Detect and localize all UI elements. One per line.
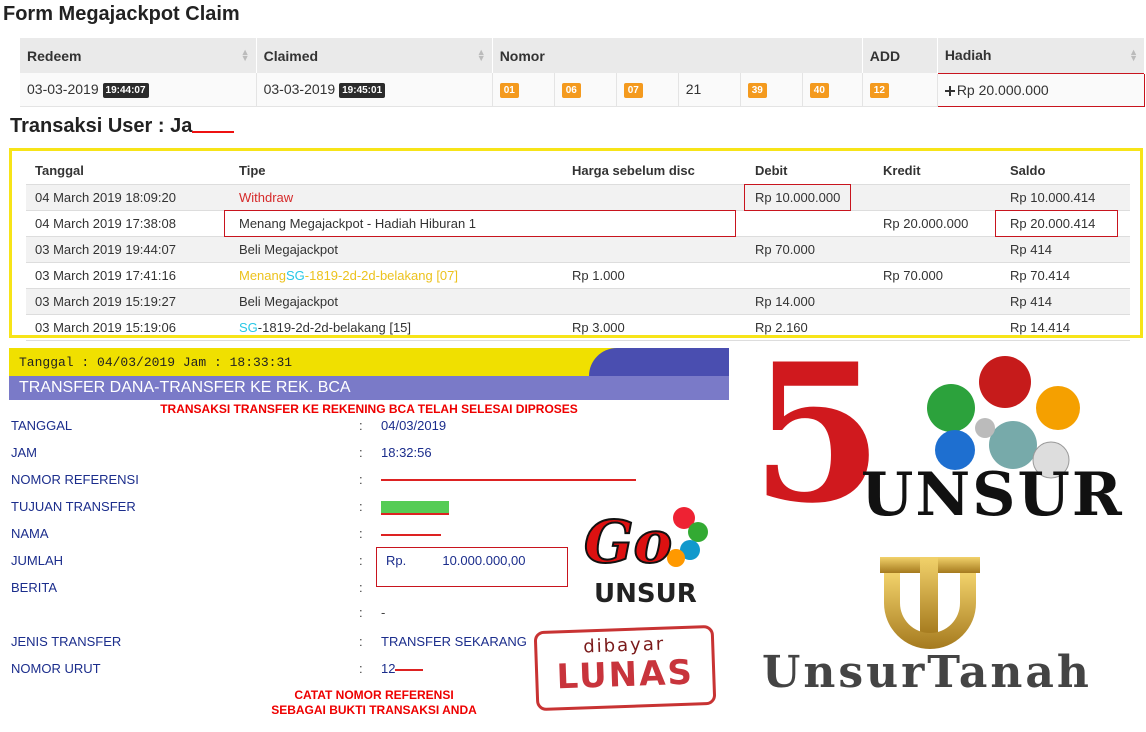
transaksi-panel: Tanggal Tipe Harga sebelum disc Debit Kr… [9, 148, 1143, 341]
five-unsur-logo: 5 UNSUR [751, 322, 1135, 545]
transaksi-title: Transaksi User : Ja [10, 115, 235, 138]
col-add[interactable]: ADD [862, 38, 938, 73]
unsur-tanah-word: UnsurTanah [762, 647, 1092, 698]
nomor-cell: 39 [740, 73, 803, 107]
col-tipe: Tipe [230, 157, 563, 185]
number-ball: 40 [809, 83, 829, 99]
nomor-cell: 01 [492, 73, 555, 107]
col-saldo: Saldo [1001, 157, 1130, 185]
transaksi-table: Tanggal Tipe Harga sebelum disc Debit Kr… [26, 157, 1130, 341]
number-ball: 06 [561, 83, 581, 99]
table-row: 03 March 2019 17:41:16 MenangSG-1819-2d-… [26, 262, 1130, 289]
col-debit: Debit [746, 157, 874, 185]
number-ball: 39 [747, 83, 767, 99]
add-cell: 12 [862, 73, 938, 107]
debit-highlight: Rp 10.000.000 [743, 184, 852, 211]
claim-title: Form Megajackpot Claim [3, 3, 240, 25]
gift-icon [944, 85, 955, 96]
sort-icon[interactable]: ▲ ▼ [477, 48, 486, 63]
redeem-cell: 03-03-2019 19:44:07 [20, 73, 257, 107]
number-plain: 21 [685, 81, 702, 98]
table-row: 04 March 2019 17:38:08 Menang Megajackpo… [26, 210, 1130, 237]
table-row: 03 March 2019 15:19:06 SG-1819-2d-2d-bel… [26, 314, 1130, 341]
unsur-text: UNSUR [594, 579, 697, 609]
saldo-highlight: Rp 20.000.414 [994, 210, 1119, 237]
claimed-cell: 03-03-2019 19:45:01 [256, 73, 493, 107]
col-hadiah[interactable]: Hadiah ▲ ▼ [937, 38, 1146, 73]
redacted-nama [381, 534, 441, 536]
number-ball: 01 [499, 83, 519, 99]
redacted-referensi [381, 479, 636, 481]
sort-icon[interactable]: ▲ ▼ [1129, 48, 1138, 63]
table-row: 03 March 2019 19:44:07 Beli Megajackpot … [26, 236, 1130, 263]
time-badge: 19:44:07 [102, 82, 149, 98]
add-ball: 12 [869, 83, 889, 99]
redacted-urut [395, 668, 424, 671]
col-harga: Harga sebelum disc [563, 157, 746, 185]
col-nomor[interactable]: Nomor [492, 38, 863, 73]
col-kredit: Kredit [874, 157, 1001, 185]
nomor-cell: 07 [616, 73, 679, 107]
col-tanggal: Tanggal [26, 157, 230, 185]
nomor-cell: 21 [678, 73, 741, 107]
table-row: 04 March 2019 18:09:20 Withdraw Rp 10.00… [26, 184, 1130, 211]
number-ball: 07 [623, 83, 643, 99]
nomor-cell: 06 [554, 73, 617, 107]
redacted-name [192, 121, 235, 133]
nomor-cell: 40 [802, 73, 863, 107]
redacted-account [381, 500, 449, 515]
col-redeem[interactable]: Redeem ▲ ▼ [20, 38, 257, 73]
claim-table: Redeem ▲ ▼ Claimed ▲ ▼ Nomor ADD Hadiah ▲ ▼ 03… [20, 38, 1146, 107]
col-claimed[interactable]: Claimed ▲ ▼ [256, 38, 493, 73]
go-text: Go [584, 508, 672, 576]
claim-row: 03-03-2019 19:44:07 03-03-2019 19:45:01 … [20, 72, 1146, 107]
sort-icon[interactable]: ▲ ▼ [241, 48, 250, 63]
unsur-tanah-logo: UnsurTanah [760, 555, 1130, 705]
go-unsur-logo: Go UNSUR [580, 500, 720, 610]
hadiah-cell: Rp 20.000.000 [936, 72, 1146, 107]
table-row: 03 March 2019 15:19:27 Beli Megajackpot … [26, 288, 1130, 315]
time-badge: 19:45:01 [339, 82, 386, 98]
receipt-footer: CATAT NOMOR REFERENSI SEBAGAI BUKTI TRANS… [271, 688, 477, 717]
menang-highlight: Menang Megajackpot - Hadiah Hiburan 1 [224, 210, 736, 237]
lunas-stamp: dibayar LUNAS [533, 624, 717, 712]
five-unsur-word: UNSUR [861, 460, 1124, 530]
amount-highlight [376, 547, 568, 587]
